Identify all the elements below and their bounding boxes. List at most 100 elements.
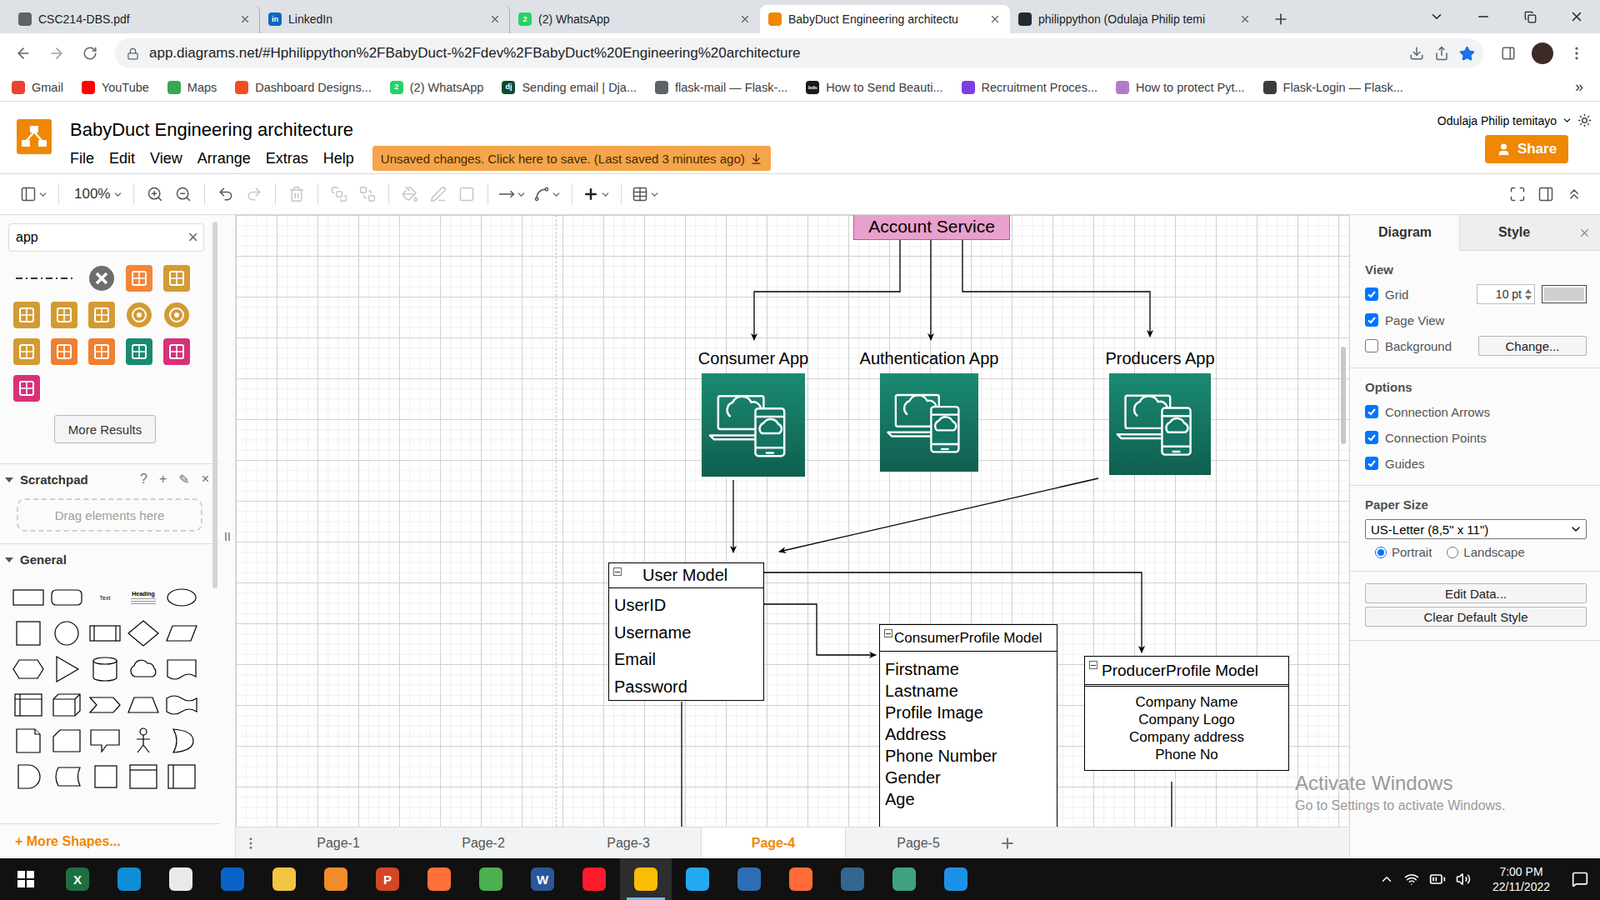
shape-item[interactable] bbox=[50, 583, 84, 612]
tab-close-button[interactable] bbox=[1237, 11, 1253, 27]
collapse-toggle[interactable] bbox=[1089, 660, 1098, 670]
shape-item[interactable] bbox=[88, 726, 122, 755]
shape-item[interactable] bbox=[11, 726, 45, 755]
shape-item[interactable] bbox=[165, 726, 199, 755]
shape-item[interactable] bbox=[165, 619, 199, 648]
shape-search[interactable]: app× bbox=[8, 223, 205, 252]
connector-edge[interactable] bbox=[754, 240, 900, 340]
account-service-node[interactable]: Account Service bbox=[853, 215, 1010, 240]
close-window-button[interactable] bbox=[1553, 0, 1600, 34]
taskbar-app[interactable] bbox=[310, 858, 362, 900]
result-shape[interactable] bbox=[49, 336, 80, 367]
add-page-button[interactable] bbox=[990, 827, 1025, 859]
taskbar-app[interactable] bbox=[155, 858, 207, 900]
sidebar-splitter[interactable] bbox=[219, 215, 236, 859]
taskbar-app[interactable] bbox=[878, 858, 930, 900]
page-tab[interactable]: Page-1 bbox=[265, 827, 411, 859]
orientation-radio[interactable]: Portrait bbox=[1375, 545, 1432, 560]
restore-button[interactable] bbox=[1506, 0, 1554, 34]
taskbar-app[interactable]: X bbox=[51, 858, 104, 900]
taskbar-app[interactable] bbox=[671, 858, 724, 900]
diagram-canvas[interactable]: Account ServiceConsumer AppAuthenticatio… bbox=[235, 215, 1350, 827]
windows-start-icon[interactable] bbox=[17, 870, 35, 888]
back-button[interactable] bbox=[8, 38, 39, 69]
grid-size-input[interactable]: 10 pt bbox=[1476, 284, 1535, 305]
connector-edge[interactable] bbox=[962, 240, 1150, 337]
menu-item[interactable]: Help bbox=[323, 148, 355, 170]
taskbar-app[interactable] bbox=[826, 858, 879, 900]
wifi-icon[interactable] bbox=[1404, 871, 1420, 887]
app-node[interactable]: Authentication App bbox=[829, 348, 1030, 472]
install-icon[interactable] bbox=[1409, 45, 1425, 61]
menu-item[interactable]: Arrange bbox=[197, 148, 251, 170]
menu-item[interactable]: Edit bbox=[109, 148, 135, 170]
shape-item[interactable] bbox=[88, 619, 122, 648]
zoomin-button[interactable] bbox=[140, 180, 170, 209]
result-shape[interactable] bbox=[49, 300, 80, 330]
shape-item[interactable] bbox=[11, 583, 45, 612]
browser-tab[interactable]: CSC214-DBS.pdf bbox=[10, 5, 260, 34]
bookmark-star-icon[interactable] bbox=[1459, 45, 1475, 62]
shape-item[interactable] bbox=[88, 762, 122, 791]
tab-search-button[interactable] bbox=[1413, 0, 1460, 34]
battery-icon[interactable] bbox=[1429, 870, 1446, 888]
format-tab[interactable]: Diagram bbox=[1350, 215, 1460, 251]
connector-edge[interactable] bbox=[732, 480, 734, 553]
page-tab[interactable]: Page-4 bbox=[700, 827, 846, 859]
option-checkbox[interactable] bbox=[1365, 405, 1379, 419]
result-shape[interactable] bbox=[11, 263, 80, 294]
shape-item[interactable] bbox=[88, 655, 122, 684]
shape-item[interactable] bbox=[11, 762, 45, 791]
menu-item[interactable]: Extras bbox=[265, 148, 309, 170]
hidden-icons-icon[interactable] bbox=[1379, 871, 1395, 887]
taskbar-app[interactable]: P bbox=[361, 858, 414, 900]
insert-button[interactable] bbox=[579, 180, 615, 209]
notifications-icon[interactable] bbox=[1571, 870, 1589, 888]
taskbar-app[interactable] bbox=[568, 858, 620, 900]
taskbar-app[interactable] bbox=[723, 858, 775, 900]
more-results-button[interactable]: More Results bbox=[54, 415, 156, 444]
scratchpad-action[interactable]: ✎ bbox=[178, 471, 190, 488]
paper-size-select[interactable]: US-Letter (8,5" x 11") bbox=[1365, 519, 1587, 540]
mobile-app-icon[interactable] bbox=[880, 373, 979, 472]
shape-item[interactable] bbox=[11, 619, 45, 648]
clear-search-button[interactable]: × bbox=[187, 228, 199, 247]
table-button[interactable] bbox=[628, 180, 664, 209]
address-bar[interactable]: app.diagrams.net/#Hphilippython%2FBabyDu… bbox=[115, 38, 1484, 69]
taskbar-app[interactable] bbox=[620, 858, 672, 900]
page-tab[interactable]: Page-3 bbox=[555, 827, 701, 859]
option-checkbox[interactable] bbox=[1365, 456, 1379, 470]
option-checkbox[interactable] bbox=[1365, 430, 1379, 445]
shape-item[interactable] bbox=[50, 726, 84, 755]
browser-menu-button[interactable] bbox=[1561, 38, 1592, 69]
zoomout-button[interactable] bbox=[169, 180, 198, 209]
connector-edge[interactable] bbox=[764, 604, 876, 655]
clock[interactable]: 7:00 PM22/11/2022 bbox=[1480, 864, 1562, 895]
canvas-scrollbar[interactable] bbox=[1340, 346, 1346, 445]
panel-action-button[interactable]: Clear Default Style bbox=[1365, 606, 1587, 627]
tab-close-button[interactable] bbox=[487, 11, 503, 27]
collapse-button[interactable] bbox=[1560, 180, 1589, 209]
profile-avatar[interactable] bbox=[1531, 42, 1554, 65]
menu-item[interactable]: File bbox=[70, 148, 95, 170]
change-background-button[interactable]: Change... bbox=[1478, 335, 1587, 356]
format-button[interactable] bbox=[1531, 180, 1560, 209]
shape-item[interactable] bbox=[126, 619, 160, 648]
taskbar-app[interactable] bbox=[258, 858, 310, 900]
taskbar-app[interactable] bbox=[103, 858, 155, 900]
share-page-icon[interactable] bbox=[1434, 45, 1450, 61]
result-shape[interactable] bbox=[124, 336, 155, 367]
result-shape[interactable] bbox=[11, 373, 42, 404]
collapse-toggle[interactable] bbox=[613, 567, 622, 576]
page-tab[interactable]: Page-5 bbox=[845, 827, 991, 859]
shape-item[interactable] bbox=[165, 690, 199, 720]
new-tab-button[interactable] bbox=[1268, 6, 1294, 32]
connector-edge[interactable] bbox=[779, 478, 1099, 552]
bookmark[interactable]: Gmail bbox=[11, 80, 64, 95]
mobile-app-icon[interactable] bbox=[701, 373, 805, 477]
collapse-toggle[interactable] bbox=[884, 629, 893, 638]
spinner-arrows[interactable] bbox=[1524, 289, 1533, 300]
side-panel-button[interactable] bbox=[1493, 38, 1524, 69]
shape-item[interactable] bbox=[50, 762, 84, 791]
share-button[interactable]: Share bbox=[1485, 135, 1569, 164]
